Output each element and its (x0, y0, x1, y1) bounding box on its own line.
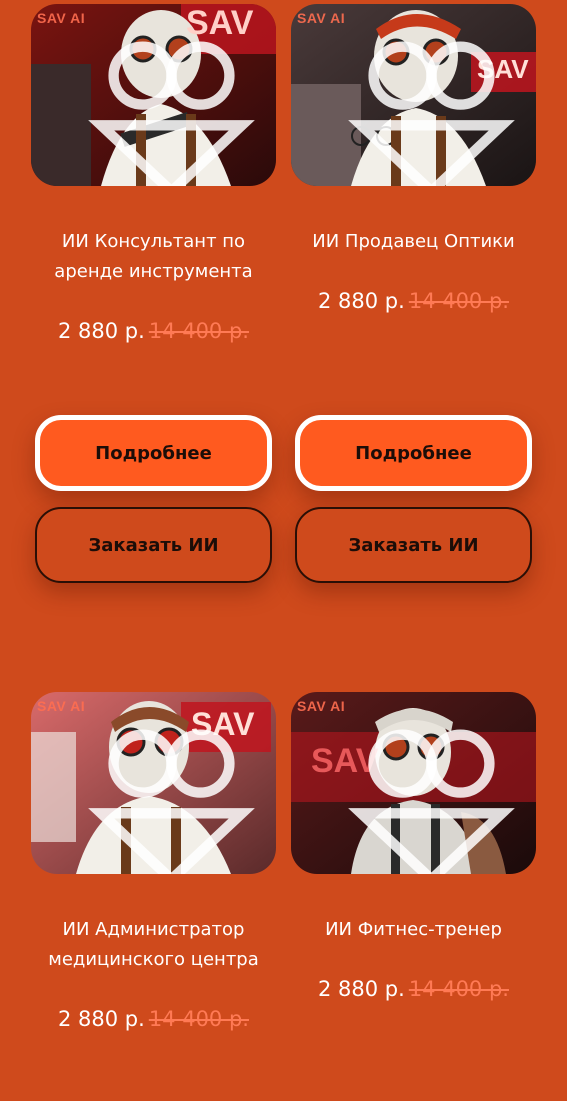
watermark-text: SAV AI (297, 698, 346, 714)
order-ai-button[interactable]: Заказать ИИ (35, 507, 272, 583)
product-title: ИИ Продавец Оптики (291, 227, 536, 257)
current-price: 2 880 р. (318, 977, 405, 1001)
watermark-text: SAV AI (37, 698, 86, 714)
old-price: 14 400 р. (408, 977, 509, 1001)
product-title: ИИ Консультант по аренде инструмента (31, 227, 276, 287)
product-image[interactable]: SAV SAV AI (31, 692, 276, 874)
product-image[interactable]: SAV SAV AI (291, 4, 536, 186)
price-block: 2 880 р. 14 400 р. (31, 319, 276, 343)
sav-logo-icon (348, 41, 515, 186)
sav-logo-icon (348, 729, 515, 874)
details-button[interactable]: Подробнее (295, 415, 532, 491)
product-title-line: медицинского центра (48, 949, 259, 970)
current-price: 2 880 р. (318, 289, 405, 313)
product-title: ИИ Администратор медицинского центра (31, 915, 276, 975)
current-price: 2 880 р. (58, 319, 145, 343)
product-image[interactable]: SAV SAV AI (31, 4, 276, 186)
watermark-text: SAV AI (37, 10, 86, 26)
price-block: 2 880 р. 14 400 р. (291, 977, 536, 1001)
product-title-line: ИИ Консультант по (61, 231, 246, 252)
price-block: 2 880 р. 14 400 р. (31, 1007, 276, 1031)
old-price: 14 400 р. (408, 289, 509, 313)
old-price: 14 400 р. (148, 1007, 249, 1031)
current-price: 2 880 р. (58, 1007, 145, 1031)
watermark-text: SAV AI (297, 10, 346, 26)
product-title: ИИ Фитнес-тренер (291, 915, 536, 945)
product-title-line: ИИ Администратор (62, 919, 245, 940)
price-block: 2 880 р. 14 400 р. (291, 289, 536, 313)
order-ai-button[interactable]: Заказать ИИ (295, 507, 532, 583)
product-title-line: аренде инструмента (54, 261, 253, 282)
details-button[interactable]: Подробнее (35, 415, 272, 491)
sav-logo-icon (88, 41, 255, 186)
product-title-line: ИИ Продавец Оптики (312, 231, 515, 252)
product-image[interactable]: SAV SAV AI (291, 692, 536, 874)
product-title-line: ИИ Фитнес-тренер (325, 919, 502, 940)
old-price: 14 400 р. (148, 319, 249, 343)
sav-logo-icon (88, 729, 255, 874)
